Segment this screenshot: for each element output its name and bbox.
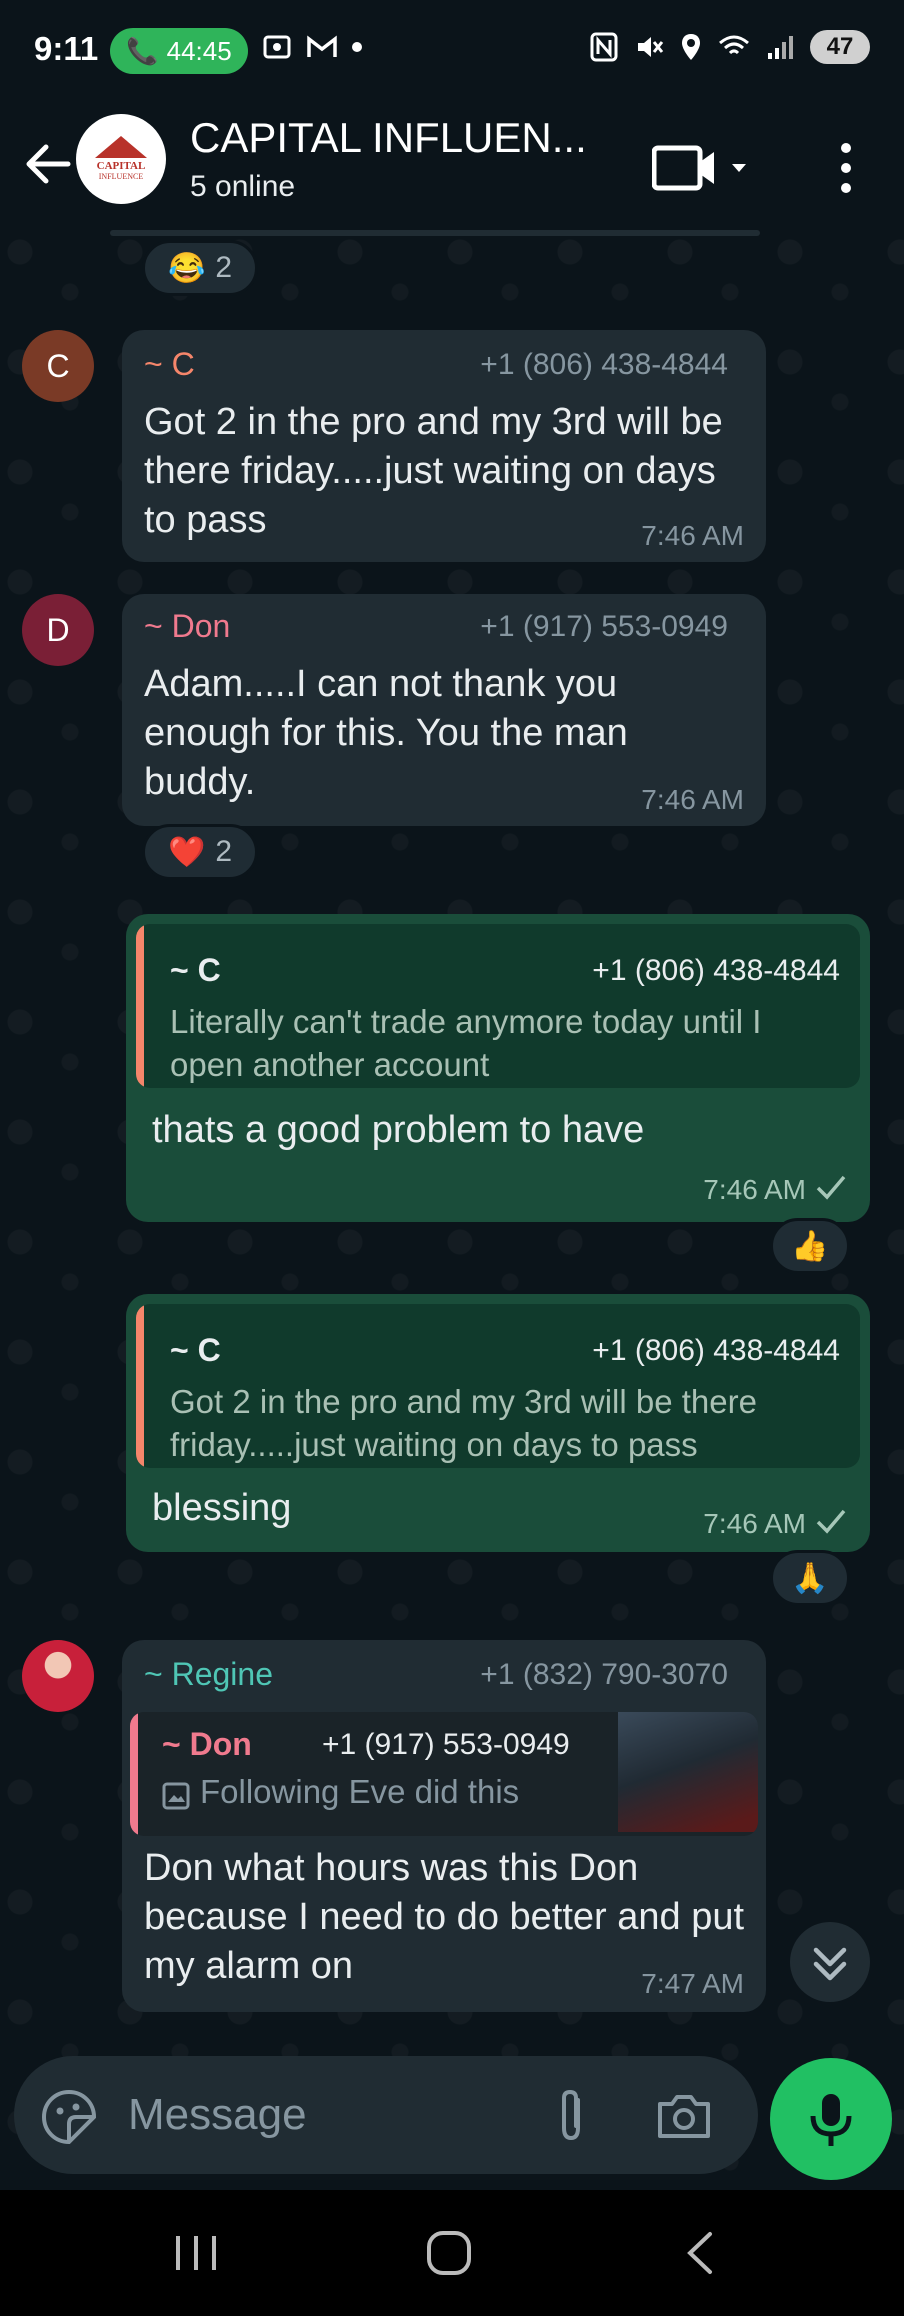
quote-phone: +1 (806) 438-4844: [592, 1334, 840, 1367]
quote-phone: +1 (806) 438-4844: [592, 954, 840, 987]
voice-message-button[interactable]: [770, 2058, 892, 2180]
status-bar: 9:11 📞 44:45 47: [0, 0, 904, 104]
quote-sender: ~ Don: [162, 1726, 252, 1762]
reaction-count: 2: [215, 251, 233, 284]
notification-icons: [262, 32, 362, 62]
sender-name[interactable]: ~ C: [144, 346, 195, 383]
sender-phone: +1 (806) 438-4844: [480, 348, 728, 381]
quote-phone: +1 (917) 553-0949: [322, 1728, 570, 1761]
message-time: 7:46 AM: [641, 784, 744, 815]
outgoing-message-bubble[interactable]: ~ C +1 (806) 438-4844 Literally can't tr…: [126, 914, 870, 1222]
screenshot-icon: [263, 35, 291, 59]
group-title[interactable]: CAPITAL INFLUEN...: [190, 114, 587, 162]
home-icon[interactable]: [424, 2228, 474, 2278]
message-time: 7:46 AM: [641, 520, 744, 551]
laugh-emoji: 😂: [167, 251, 206, 285]
more-options-icon[interactable]: [826, 138, 866, 198]
camera-icon[interactable]: [654, 2088, 714, 2144]
sender-phone: +1 (917) 553-0949: [480, 610, 728, 643]
sticker-emoji-icon[interactable]: [40, 2088, 98, 2146]
video-call-icon[interactable]: [652, 138, 746, 198]
message-text: Adam.....I can not thank you enough for …: [144, 663, 628, 803]
message-text: blessing: [152, 1487, 292, 1529]
image-icon: [162, 1782, 190, 1810]
mute-icon: [638, 37, 664, 57]
back-arrow-icon[interactable]: [18, 134, 78, 194]
reaction-badge[interactable]: ❤️ 2: [142, 824, 258, 880]
logo-text-1: CAPITAL: [96, 160, 146, 172]
call-duration: 44:45: [166, 35, 232, 66]
reaction-badge[interactable]: 🙏: [770, 1550, 850, 1606]
double-chevron-down-icon: [813, 1947, 847, 1981]
chat-header: CAPITAL INFLUENCE CAPITAL INFLUEN... 5 o…: [0, 104, 904, 232]
outgoing-message-bubble[interactable]: ~ C +1 (806) 438-4844 Got 2 in the pro a…: [126, 1294, 870, 1552]
reaction-badge[interactable]: 👍: [770, 1218, 850, 1274]
avatar[interactable]: [22, 1640, 94, 1712]
message-bubble[interactable]: ~ Don +1 (917) 553-0949 Adam.....I can n…: [122, 594, 766, 826]
gmail-icon: [307, 35, 337, 57]
message-time: 7:46 AM: [703, 1174, 806, 1205]
heart-emoji: ❤️: [167, 835, 206, 869]
nfc-icon: [590, 32, 618, 62]
quote-sender: ~ C: [170, 1332, 221, 1368]
avatar-initial: D: [46, 611, 70, 648]
dot-icon: [352, 42, 362, 52]
quote-accent-bar: [130, 1712, 138, 1836]
sender-name[interactable]: ~ Don: [144, 608, 230, 645]
status-time: 9:11: [34, 30, 99, 67]
message-composer: [14, 2056, 758, 2174]
system-navigation-bar: [0, 2190, 904, 2316]
recent-apps-icon[interactable]: [168, 2230, 224, 2276]
scroll-to-bottom-button[interactable]: [790, 1922, 870, 2002]
message-time: 7:47 AM: [641, 1968, 744, 1999]
quote-text: Following Eve did this: [200, 1773, 520, 1810]
sent-check-icon: [816, 1509, 846, 1534]
sent-check-icon: [816, 1175, 846, 1200]
location-icon: [682, 34, 700, 60]
microphone-icon: [810, 2094, 852, 2146]
thumbs-up-emoji: 👍: [791, 1229, 829, 1263]
previous-bubble-edge: [110, 230, 760, 236]
avatar[interactable]: C: [22, 330, 94, 402]
sender-phone: +1 (832) 790-3070: [480, 1658, 728, 1691]
quote-text: Literally can't trade anymore today unti…: [170, 1003, 762, 1083]
avatar[interactable]: D: [22, 594, 94, 666]
paperclip-icon[interactable]: [546, 2086, 596, 2146]
quote-image-thumbnail: [618, 1712, 758, 1832]
online-count: 5 online: [190, 170, 296, 203]
wifi-icon: [719, 35, 749, 55]
message-bubble[interactable]: ~ C +1 (806) 438-4844 Got 2 in the pro a…: [122, 330, 766, 562]
message-text: thats a good problem to have: [152, 1109, 645, 1151]
phone-icon: 📞: [126, 35, 159, 66]
system-icons: 47: [590, 30, 870, 64]
avatar-initial: C: [46, 347, 70, 384]
group-avatar[interactable]: CAPITAL INFLUENCE: [76, 114, 166, 204]
quote-accent-bar: [136, 924, 144, 1088]
ongoing-call-pill[interactable]: 📞 44:45: [110, 28, 248, 74]
message-bubble[interactable]: ~ Regine +1 (832) 790-3070 ~ Don +1 (917…: [122, 1640, 766, 2012]
quoted-message[interactable]: ~ C +1 (806) 438-4844 Got 2 in the pro a…: [136, 1304, 860, 1468]
message-time: 7:46 AM: [703, 1508, 806, 1539]
quote-accent-bar: [136, 1304, 144, 1468]
pray-emoji: 🙏: [791, 1561, 829, 1595]
quoted-message[interactable]: ~ C +1 (806) 438-4844 Literally can't tr…: [136, 924, 860, 1088]
battery-indicator: 47: [810, 30, 870, 64]
quote-text: Got 2 in the pro and my 3rd will be ther…: [170, 1383, 757, 1463]
reaction-count: 2: [215, 835, 233, 868]
message-input[interactable]: [126, 2078, 520, 2152]
logo-text-2: INFLUENCE: [98, 172, 144, 181]
reaction-badge[interactable]: 😂 2: [142, 240, 258, 296]
quote-sender: ~ C: [170, 952, 221, 988]
logo-roof-shape: [95, 136, 147, 158]
quoted-message[interactable]: ~ Don +1 (917) 553-0949 Following Eve di…: [130, 1712, 758, 1836]
system-back-icon[interactable]: [680, 2228, 720, 2278]
signal-icon: [768, 36, 793, 59]
sender-name[interactable]: ~ Regine: [144, 1656, 273, 1693]
